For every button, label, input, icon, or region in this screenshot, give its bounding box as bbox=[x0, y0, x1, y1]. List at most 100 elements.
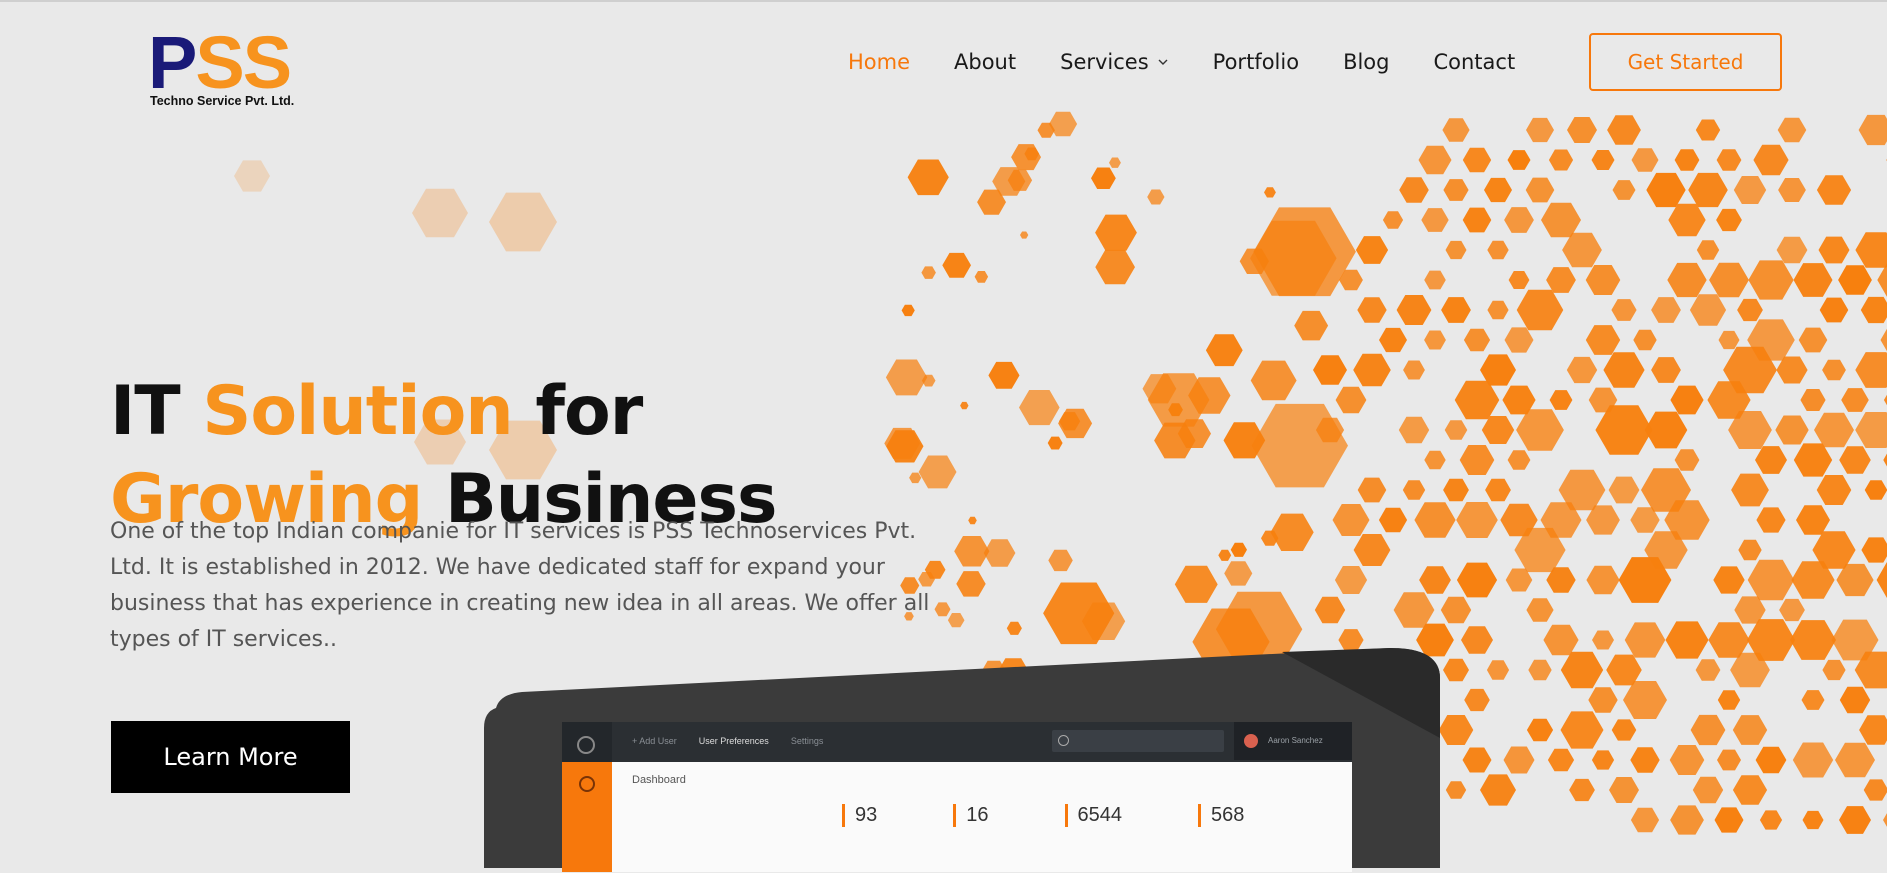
decor-hexagon bbox=[1224, 561, 1252, 585]
decor-hexagon bbox=[412, 189, 468, 237]
decor-hexagon bbox=[1541, 203, 1581, 238]
decor-hexagon bbox=[1592, 750, 1614, 769]
decor-hexagon bbox=[1443, 659, 1469, 681]
decor-hexagon bbox=[1441, 597, 1471, 623]
nav-home[interactable]: Home bbox=[848, 50, 910, 74]
decor-hexagon bbox=[908, 160, 949, 196]
decor-hexagon bbox=[1790, 620, 1836, 660]
stat-value: 93 bbox=[842, 804, 877, 827]
decor-hexagon bbox=[1504, 747, 1535, 774]
decor-hexagon bbox=[1839, 446, 1871, 473]
nav-about[interactable]: About bbox=[954, 50, 1016, 74]
decor-hexagon bbox=[1463, 148, 1491, 173]
logo-mark: PSS bbox=[148, 26, 290, 100]
nav-services[interactable]: Services bbox=[1060, 50, 1169, 74]
decor-hexagon bbox=[1756, 747, 1787, 774]
decor-hexagon bbox=[1793, 743, 1833, 778]
decor-hexagon bbox=[1446, 781, 1466, 799]
decor-hexagon bbox=[921, 266, 936, 279]
decor-hexagon bbox=[1419, 146, 1452, 175]
decor-hexagon bbox=[1775, 416, 1808, 445]
decor-hexagon bbox=[1528, 660, 1551, 680]
decor-hexagon bbox=[984, 539, 1016, 567]
decor-hexagon bbox=[1835, 743, 1875, 778]
decor-hexagon bbox=[1482, 416, 1514, 444]
decor-hexagon bbox=[1855, 232, 1887, 268]
decor-hexagon bbox=[1883, 448, 1887, 472]
decor-hexagon bbox=[1799, 328, 1828, 353]
decor-hexagon bbox=[1838, 265, 1872, 294]
learn-more-button[interactable]: Learn More bbox=[111, 721, 350, 793]
decor-hexagon bbox=[1606, 655, 1642, 686]
decor-hexagon bbox=[1561, 652, 1603, 689]
decor-hexagon bbox=[1586, 325, 1620, 355]
decor-hexagon bbox=[1526, 178, 1555, 203]
decor-hexagon bbox=[1463, 748, 1492, 773]
decor-hexagon bbox=[1666, 621, 1709, 658]
decor-hexagon bbox=[1383, 211, 1403, 228]
decor-hexagon bbox=[1709, 263, 1749, 297]
stat-value: 16 bbox=[953, 804, 988, 827]
decor-hexagon bbox=[1446, 241, 1467, 259]
decor-hexagon bbox=[1716, 209, 1742, 231]
decor-hexagon bbox=[1487, 241, 1508, 260]
decor-hexagon bbox=[1586, 566, 1619, 595]
decor-hexagon bbox=[1549, 150, 1573, 171]
decor-hexagon bbox=[1526, 598, 1553, 622]
decor-hexagon bbox=[1527, 719, 1553, 742]
decor-hexagon bbox=[1737, 299, 1763, 321]
nav-portfolio[interactable]: Portfolio bbox=[1213, 50, 1299, 74]
company-logo[interactable]: PSS Techno Service Pvt. Ltd. bbox=[148, 26, 308, 110]
decor-hexagon bbox=[1588, 687, 1617, 712]
decor-hexagon bbox=[1645, 412, 1688, 449]
app-logo-icon bbox=[577, 736, 595, 754]
decor-hexagon bbox=[1443, 179, 1468, 201]
decor-hexagon bbox=[1175, 566, 1218, 603]
decor-hexagon bbox=[1881, 326, 1887, 355]
app-tab: Settings bbox=[791, 736, 824, 746]
nav-contact[interactable]: Contact bbox=[1433, 50, 1515, 74]
app-content: Dashboard 93 16 6544 568 bbox=[612, 762, 1352, 872]
decor-hexagon bbox=[1778, 178, 1806, 202]
decor-hexagon bbox=[1315, 597, 1345, 623]
decor-hexagon bbox=[1670, 805, 1704, 834]
decor-hexagon bbox=[1855, 352, 1887, 388]
decor-hexagon bbox=[1592, 631, 1614, 650]
decor-hexagon bbox=[1731, 474, 1769, 507]
decor-hexagon bbox=[1504, 207, 1534, 233]
decor-hexagon bbox=[1609, 477, 1640, 504]
stat-value: 6544 bbox=[1065, 804, 1123, 827]
decor-hexagon bbox=[1439, 715, 1474, 745]
app-search-box bbox=[1052, 730, 1224, 752]
decor-hexagon bbox=[1443, 479, 1469, 501]
decor-hexagon bbox=[1487, 301, 1508, 319]
decor-hexagon bbox=[1819, 237, 1850, 264]
app-user-name: Aaron Sanchez bbox=[1268, 736, 1323, 745]
decor-hexagon bbox=[1696, 120, 1720, 141]
decor-hexagon bbox=[1840, 687, 1870, 713]
decor-hexagon bbox=[1517, 290, 1564, 330]
get-started-button[interactable]: Get Started bbox=[1589, 33, 1782, 91]
decor-hexagon bbox=[1526, 118, 1554, 142]
decor-hexagon bbox=[1358, 478, 1387, 503]
decor-hexagon bbox=[1651, 357, 1681, 383]
decor-hexagon bbox=[1357, 297, 1386, 322]
logo-tagline: Techno Service Pvt. Ltd. bbox=[150, 94, 294, 108]
decor-hexagon bbox=[1611, 299, 1636, 321]
decor-hexagon bbox=[1864, 779, 1887, 800]
decor-hexagon bbox=[1839, 806, 1871, 834]
decor-hexagon bbox=[1206, 334, 1243, 366]
decor-hexagon bbox=[1516, 409, 1564, 450]
decor-hexagon bbox=[1464, 689, 1490, 711]
decor-hexagon bbox=[1543, 625, 1578, 655]
decor-hexagon bbox=[1464, 329, 1490, 352]
decor-hexagon bbox=[1424, 451, 1445, 470]
decor-hexagon bbox=[1865, 480, 1887, 500]
nav-blog[interactable]: Blog bbox=[1343, 50, 1389, 74]
decor-hexagon bbox=[1625, 622, 1666, 657]
decor-hexagon bbox=[1379, 328, 1407, 352]
decor-hexagon bbox=[1397, 295, 1432, 325]
decor-hexagon bbox=[1313, 355, 1347, 384]
decor-hexagon bbox=[1011, 144, 1041, 170]
decor-hexagon bbox=[988, 362, 1019, 389]
